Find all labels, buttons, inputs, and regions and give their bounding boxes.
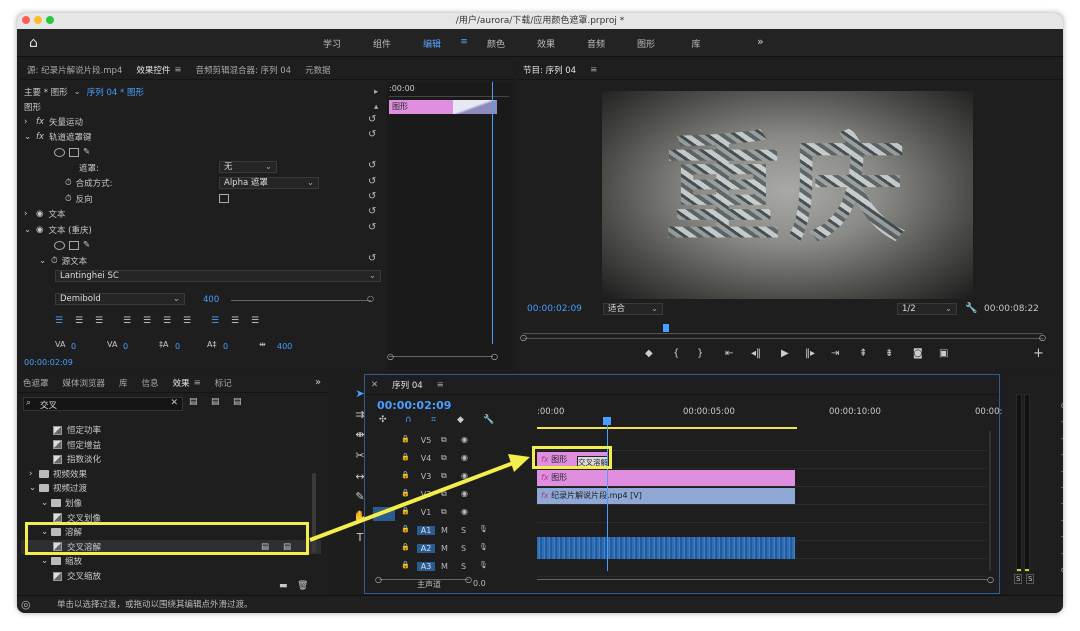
drag-arrow	[309, 454, 530, 542]
arrow-head	[508, 454, 530, 472]
arrow-shaft	[309, 460, 517, 542]
